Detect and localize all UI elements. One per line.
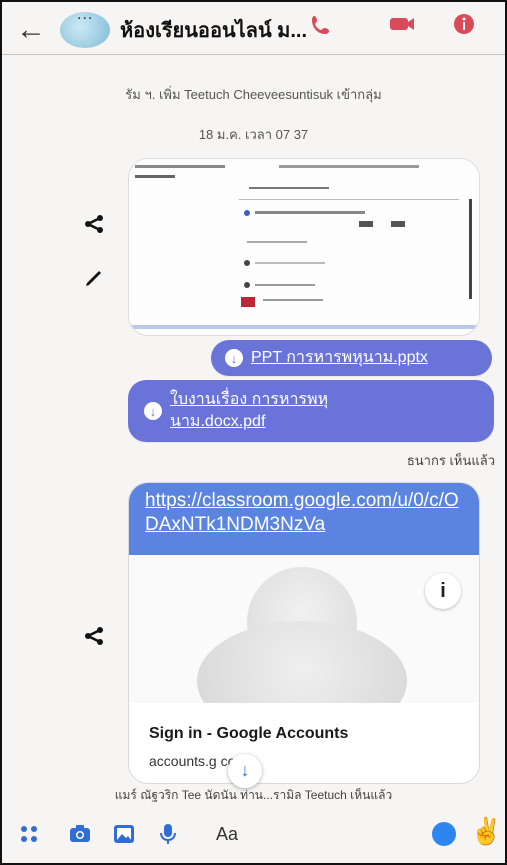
timestamp: 18 ม.ค. เวลา 07 37 bbox=[198, 127, 309, 142]
link-title[interactable]: Sign in - Google Accounts bbox=[149, 725, 348, 743]
apps-grid-icon[interactable] bbox=[18, 822, 42, 846]
member-added-notice: รัม ฯ. เพิ่ม Teetuch Cheeveesuntisuk เข้… bbox=[125, 87, 382, 102]
screenshot-thumbnail bbox=[129, 159, 479, 335]
chat-header: ← ... ห้องเรียนออนไลน์ ม... bbox=[2, 2, 505, 54]
chat-title[interactable]: ห้องเรียนออนไลน์ ม... bbox=[120, 14, 307, 46]
video-call-icon[interactable] bbox=[388, 12, 416, 36]
edit-pencil-icon[interactable] bbox=[82, 266, 106, 290]
seen-receipt: ธนากร เห็นแล้ว bbox=[406, 453, 495, 468]
link-meta: Sign in - Google Accounts accounts.g com bbox=[129, 703, 479, 783]
message-input[interactable]: Aa bbox=[216, 824, 238, 845]
share-icon[interactable] bbox=[82, 624, 106, 648]
emoji-icon[interactable] bbox=[432, 822, 456, 846]
gallery-icon[interactable] bbox=[112, 822, 136, 846]
header-divider bbox=[2, 54, 505, 55]
seen-by-list: แมร์ ณัฐวริก Tee นัดนัน ท่าน...รามิล Tee… bbox=[114, 788, 393, 802]
link-url[interactable]: https://classroom.google.com/u/0/c/ODAxN… bbox=[129, 483, 479, 555]
back-arrow-icon[interactable]: ← bbox=[16, 15, 46, 45]
camera-icon[interactable] bbox=[68, 822, 92, 846]
file-message-ppt[interactable]: ↓ PPT การหารพหุนาม.pptx bbox=[211, 340, 492, 376]
scroll-down-arrow-icon[interactable]: ↓ bbox=[228, 754, 262, 788]
chat-screen: ← ... ห้องเรียนออนไลน์ ม... รัม ฯ. เพิ่ม… bbox=[0, 0, 507, 865]
file-name-pdf[interactable]: ใบงานเรื่อง การหารพหุนาม.docx.pdf bbox=[170, 389, 370, 433]
victory-hand-icon[interactable]: ✌ bbox=[470, 816, 502, 847]
link-preview-card[interactable]: https://classroom.google.com/u/0/c/ODAxN… bbox=[128, 482, 480, 784]
phone-icon[interactable] bbox=[308, 12, 336, 36]
file-message-pdf[interactable]: ↓ ใบงานเรื่อง การหารพหุนาม.docx.pdf bbox=[128, 380, 494, 442]
screenshot-attachment[interactable] bbox=[128, 158, 480, 336]
avatar-dots: ... bbox=[77, 6, 94, 23]
info-icon[interactable] bbox=[450, 12, 478, 36]
download-icon[interactable]: ↓ bbox=[144, 402, 162, 420]
share-icon[interactable] bbox=[82, 212, 106, 236]
microphone-icon[interactable] bbox=[156, 822, 180, 846]
message-composer: Aa ✌ bbox=[2, 808, 505, 860]
file-name-ppt[interactable]: PPT การหารพหุนาม.pptx bbox=[251, 347, 428, 369]
more-info-icon[interactable]: i bbox=[425, 573, 461, 609]
download-icon[interactable]: ↓ bbox=[225, 349, 243, 367]
